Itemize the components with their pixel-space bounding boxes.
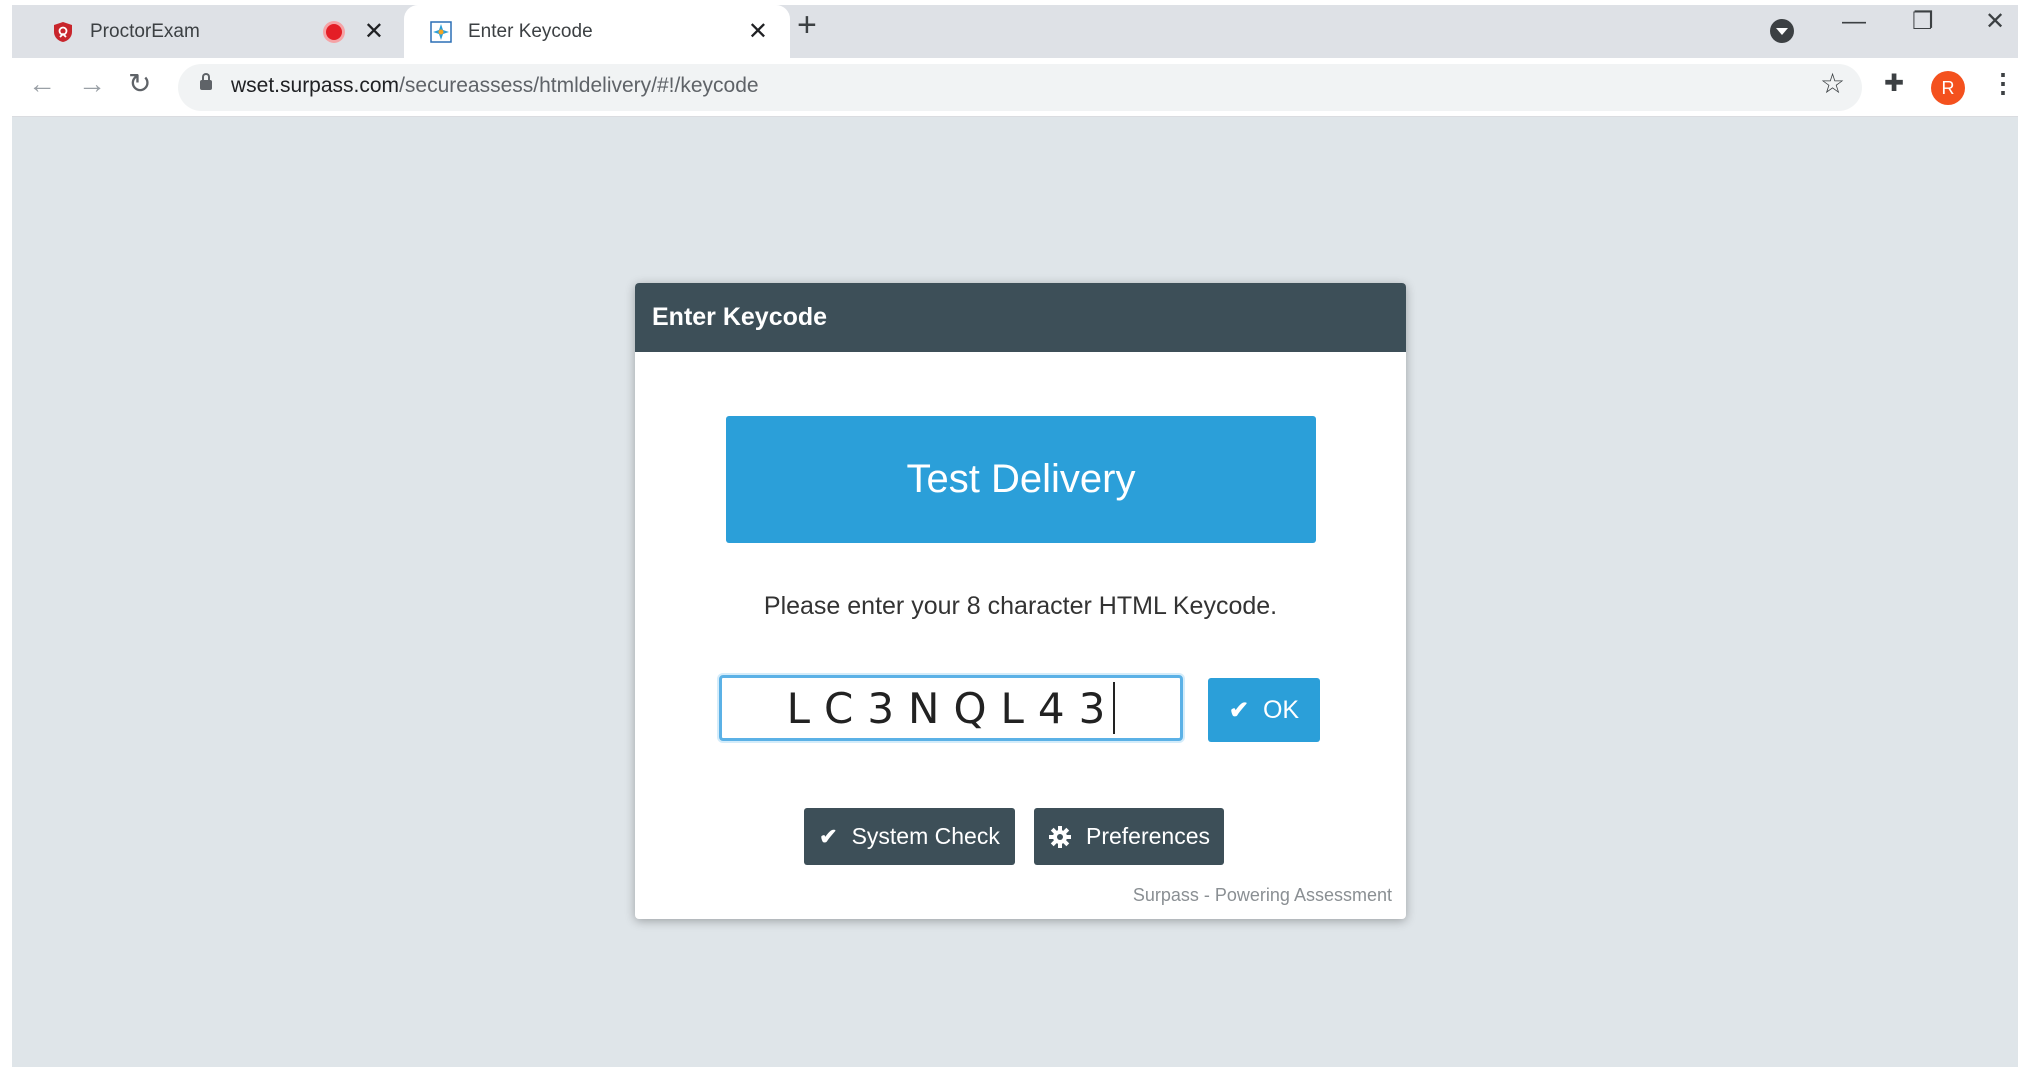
bookmark-star-icon[interactable]: ☆ <box>1820 70 1845 98</box>
back-icon[interactable]: ← <box>28 70 56 98</box>
tab-strip: ProctorExam ✕ Enter Keycode ✕ <box>12 5 2018 58</box>
close-tab-icon[interactable]: ✕ <box>748 19 768 44</box>
system-check-label: System Check <box>851 823 1000 849</box>
tab-proctorexam[interactable]: ProctorExam ✕ <box>26 5 406 58</box>
dialog-title: Enter Keycode <box>635 283 1406 352</box>
preferences-button[interactable]: Preferences <box>1034 808 1224 865</box>
ok-button[interactable]: ✔ OK <box>1208 678 1320 742</box>
keycode-input[interactable]: LC3NQL43 <box>719 675 1183 741</box>
close-tab-icon[interactable]: ✕ <box>364 19 384 44</box>
surpass-favicon <box>430 20 452 43</box>
ok-label: OK <box>1262 695 1300 724</box>
system-check-button[interactable]: ✔ System Check <box>804 808 1015 865</box>
forward-icon[interactable]: → <box>78 70 106 98</box>
profile-avatar[interactable]: R <box>1931 71 1965 105</box>
surpass-footer: Surpass - Powering Assessment <box>1132 885 1392 905</box>
window-close-icon[interactable]: ✕ <box>1985 10 2005 34</box>
gear-icon <box>1048 825 1071 848</box>
minimize-icon[interactable]: — <box>1842 10 1866 34</box>
tab-search-icon[interactable] <box>1770 19 1794 43</box>
url-host: wset.surpass.com <box>231 74 400 97</box>
url-text[interactable]: wset.surpass.com/secureassess/htmldelive… <box>231 74 759 98</box>
tab-title: ProctorExam <box>90 20 200 42</box>
new-tab-icon[interactable]: + <box>797 8 817 42</box>
reload-icon[interactable]: ↻ <box>128 70 151 98</box>
menu-kebab-icon[interactable]: ⋮ <box>1990 70 2016 96</box>
tab-title: Enter Keycode <box>468 20 593 42</box>
text-caret <box>1113 682 1116 734</box>
tab-enter-keycode[interactable]: Enter Keycode ✕ <box>404 5 790 58</box>
check-icon: ✔ <box>819 823 838 849</box>
url-path: /secureassess/htmldelivery/#!/keycode <box>399 74 759 97</box>
recording-indicator-icon <box>325 23 342 40</box>
extensions-puzzle-icon[interactable]: ✚ <box>1884 72 1904 96</box>
preferences-label: Preferences <box>1085 823 1210 849</box>
restore-icon[interactable]: ❐ <box>1912 10 1934 34</box>
check-icon: ✔ <box>1228 696 1249 724</box>
keycode-value: LC3NQL43 <box>786 683 1120 733</box>
keycode-dialog: Enter Keycode Test Delivery Please enter… <box>635 283 1406 919</box>
keycode-instruction: Please enter your 8 character HTML Keyco… <box>763 592 1278 620</box>
proctorexam-favicon <box>54 21 72 42</box>
lock-icon[interactable] <box>200 73 212 90</box>
test-delivery-banner: Test Delivery <box>726 416 1316 543</box>
